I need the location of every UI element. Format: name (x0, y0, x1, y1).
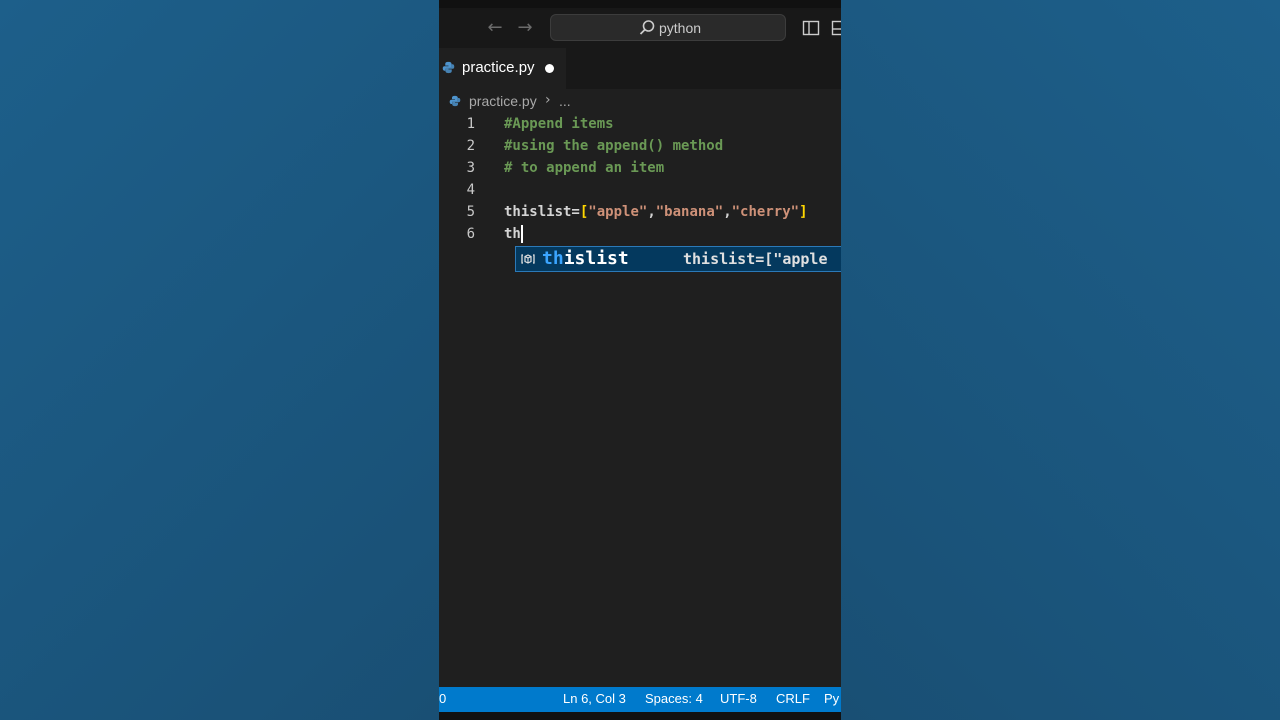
status-encoding[interactable]: UTF-8 (720, 691, 757, 706)
code-text: # to append an item (504, 160, 665, 176)
code-token: , (647, 204, 656, 220)
toggle-panel-icon[interactable] (831, 19, 841, 37)
menu-icon[interactable]: ⋮ (439, 20, 443, 34)
status-indentation[interactable]: Spaces: 4 (645, 691, 703, 706)
code-token: ] (799, 204, 808, 220)
code-text: #using the append() method (504, 138, 724, 154)
typed-text: th (504, 226, 521, 242)
chevron-right-icon: › (545, 92, 551, 108)
toggle-sidebar-icon[interactable] (802, 19, 820, 37)
status-problems[interactable]: 0 (439, 691, 446, 706)
background-right (841, 0, 1280, 720)
back-button[interactable]: ← (485, 18, 505, 38)
code-token: "banana" (655, 204, 724, 220)
vscode-window: ⋮ ← → python practice. (439, 0, 841, 720)
code-line: 4 (439, 179, 841, 201)
code-token: "cherry" (731, 204, 800, 220)
command-center-search[interactable]: python (550, 14, 786, 41)
code-token: thislist= (504, 204, 580, 220)
arrow-left-icon: ← (487, 17, 503, 38)
code-line: 5 thislist=["apple","banana","cherry"] (439, 201, 841, 223)
status-line-ending[interactable]: CRLF (776, 691, 810, 706)
suggestion-label: thislist (542, 247, 629, 271)
code-text: #Append items (504, 116, 614, 132)
code-token: , (723, 204, 732, 220)
line-number: 1 (466, 116, 475, 132)
code-line: 6 th (439, 223, 841, 245)
status-cursor-position[interactable]: Ln 6, Col 3 (563, 691, 626, 706)
status-language[interactable]: Py (824, 691, 839, 706)
line-number: 3 (466, 160, 475, 176)
tab-label: practice.py (462, 59, 535, 76)
breadcrumb-file[interactable]: practice.py (469, 93, 537, 109)
code-text: th (504, 223, 523, 245)
search-text: python (659, 20, 702, 36)
bottom-strip (439, 712, 841, 720)
line-number: 6 (466, 226, 475, 242)
python-file-icon (442, 61, 455, 74)
code-token: "apple" (588, 204, 648, 220)
code-text: thislist=["apple","banana","cherry"] (504, 201, 808, 223)
code-line: 3 # to append an item (439, 157, 841, 179)
code-line: 1 #Append items (439, 113, 841, 135)
suggestion-detail: thislist=["apple (683, 250, 828, 268)
code-editor[interactable]: 1 #Append items 2 #using the append() me… (439, 113, 841, 687)
title-bar: ⋮ ← → python (439, 8, 841, 48)
forward-button[interactable]: → (515, 18, 535, 38)
text-cursor (520, 225, 523, 243)
background-left (0, 0, 439, 720)
top-strip (439, 0, 841, 8)
code-line: 2 #using the append() method (439, 135, 841, 157)
autocomplete-suggestion[interactable]: thislist thislist=["apple (515, 246, 841, 272)
line-number: 5 (466, 204, 475, 220)
line-number: 4 (466, 182, 475, 198)
variable-icon (521, 254, 535, 264)
python-file-icon (449, 95, 461, 107)
line-number: 2 (466, 138, 475, 154)
tab-bar: practice.py (439, 48, 841, 89)
arrow-right-icon: → (517, 17, 533, 38)
status-bar: 0 Ln 6, Col 3 Spaces: 4 UTF-8 CRLF Py (439, 687, 841, 712)
suggestion-rest: islist (563, 248, 629, 269)
search-icon (639, 20, 655, 35)
breadcrumb-more[interactable]: ... (559, 93, 571, 109)
unsaved-dot-icon[interactable] (545, 64, 554, 73)
breadcrumb: practice.py › ... (439, 89, 841, 115)
suggestion-match: th (542, 248, 564, 269)
tab-practice-py[interactable]: practice.py (439, 48, 566, 89)
